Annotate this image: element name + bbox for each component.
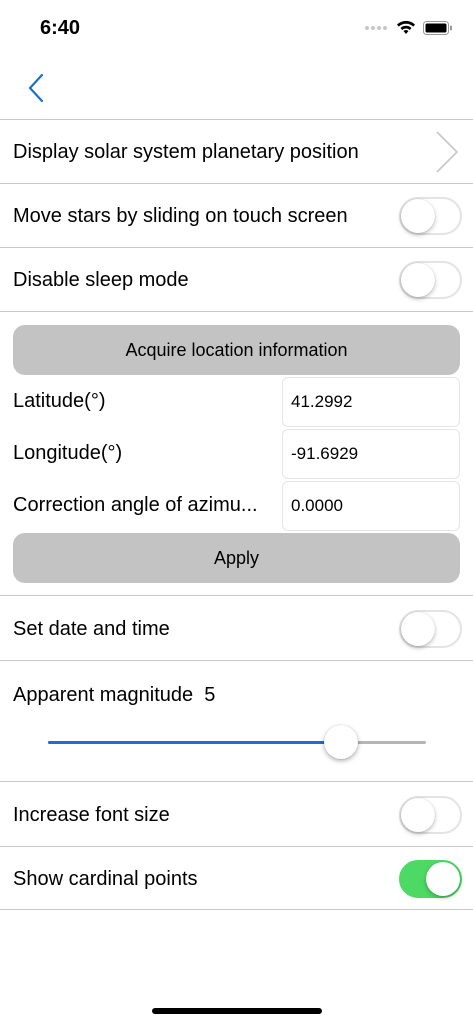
signal-icon	[365, 25, 389, 31]
navigation-bar	[0, 58, 473, 118]
magnitude-slider-thumb[interactable]	[323, 725, 358, 759]
set-date-time-toggle[interactable]	[399, 610, 462, 648]
latitude-input[interactable]	[282, 377, 460, 427]
increase-font-row: Increase font size	[0, 781, 473, 846]
solar-system-label: Display solar system planetary position	[13, 141, 359, 163]
status-time: 6:40	[40, 17, 81, 39]
azimuth-input[interactable]	[282, 481, 460, 531]
longitude-input[interactable]	[282, 429, 460, 479]
apply-button[interactable]: Apply	[13, 533, 460, 583]
move-stars-row: Move stars by sliding on touch screen	[0, 183, 473, 247]
magnitude-label-text: Apparent magnitude	[13, 684, 194, 706]
increase-font-label: Increase font size	[13, 804, 170, 826]
move-stars-toggle[interactable]	[399, 197, 462, 235]
set-date-time-row: Set date and time	[0, 595, 473, 660]
cardinal-points-row: Show cardinal points	[0, 846, 473, 910]
move-stars-label: Move stars by sliding on touch screen	[13, 205, 348, 227]
chevron-right-icon	[436, 131, 459, 173]
cardinal-points-toggle[interactable]	[399, 860, 462, 898]
wifi-icon	[397, 20, 415, 34]
magnitude-label: Apparent magnitude 5	[13, 684, 215, 707]
disable-sleep-toggle[interactable]	[399, 261, 462, 299]
status-icons	[365, 20, 453, 35]
cardinal-points-label: Show cardinal points	[13, 868, 198, 890]
magnitude-slider-fill	[48, 741, 341, 744]
increase-font-toggle[interactable]	[399, 796, 462, 834]
home-indicator	[152, 1008, 322, 1014]
magnitude-value: 5	[204, 684, 216, 706]
back-button[interactable]	[26, 71, 48, 105]
longitude-row: Longitude(°)	[0, 429, 473, 479]
set-date-time-label: Set date and time	[13, 618, 170, 640]
latitude-row: Latitude(°)	[0, 377, 473, 427]
longitude-label: Longitude(°)	[13, 442, 123, 464]
chevron-left-icon	[28, 73, 44, 103]
azimuth-row: Correction angle of azimu...	[0, 481, 473, 531]
status-bar: 6:40	[0, 0, 473, 58]
acquire-location-button[interactable]: Acquire location information	[13, 325, 460, 375]
battery-icon	[423, 20, 452, 35]
magnitude-slider[interactable]	[48, 725, 426, 759]
latitude-label: Latitude(°)	[13, 390, 106, 412]
magnitude-row: Apparent magnitude 5	[0, 660, 473, 781]
azimuth-label: Correction angle of azimu...	[13, 494, 258, 516]
solar-system-row[interactable]: Display solar system planetary position	[0, 119, 473, 183]
disable-sleep-label: Disable sleep mode	[13, 269, 189, 291]
disable-sleep-row: Disable sleep mode	[0, 247, 473, 311]
